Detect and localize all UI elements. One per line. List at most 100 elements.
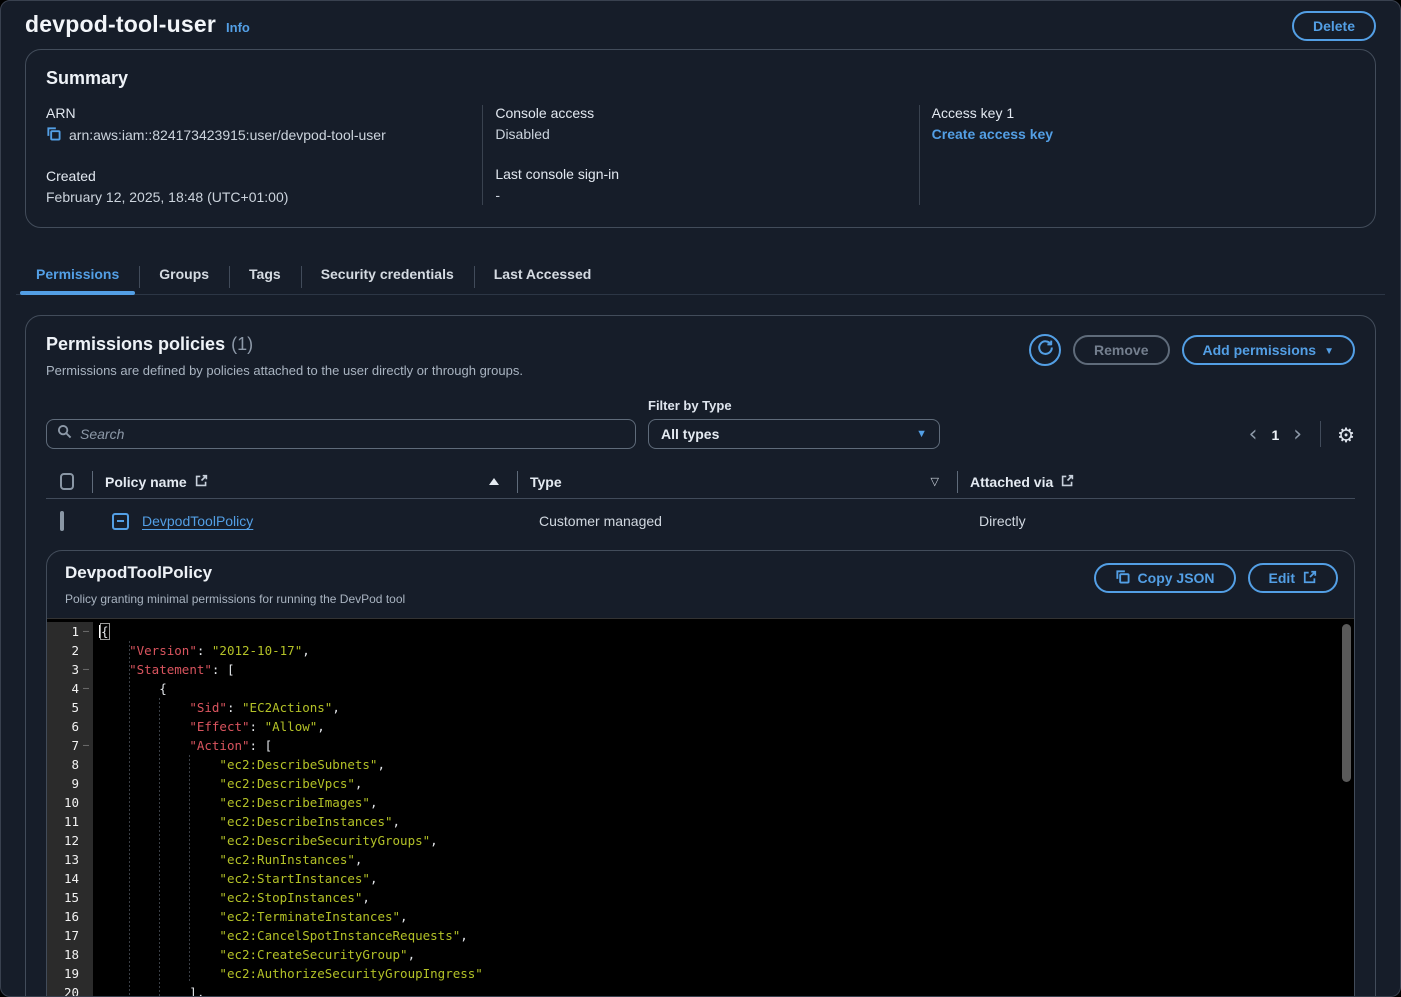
summary-col-2: Console access Disabled Last console sig… <box>482 105 918 205</box>
divider <box>1320 421 1321 447</box>
code-line: 15 "ec2:StopInstances", <box>47 888 1354 907</box>
policies-count: (1) <box>231 334 253 354</box>
code-line: 11 "ec2:DescribeInstances", <box>47 812 1354 831</box>
row-checkbox[interactable] <box>60 511 64 531</box>
indent-guide <box>129 641 130 997</box>
code-line: 10 "ec2:DescribeImages", <box>47 793 1354 812</box>
iam-user-page: devpod-tool-user Info Delete Summary ARN <box>0 0 1401 997</box>
edit-button[interactable]: Edit <box>1248 563 1338 593</box>
code-line: 12 "ec2:DescribeSecurityGroups", <box>47 831 1354 850</box>
console-access-value: Disabled <box>495 126 902 142</box>
arn-value: arn:aws:iam::824173423915:user/devpod-to… <box>69 127 386 143</box>
filter-by-type-label: Filter by Type <box>648 398 940 413</box>
collapse-row-icon[interactable] <box>112 513 129 530</box>
info-link[interactable]: Info <box>226 20 250 35</box>
attached-via-header: Attached via <box>957 465 1355 498</box>
indent-guide <box>189 755 190 983</box>
copy-icon[interactable] <box>46 126 61 144</box>
code-line: 7– "Action": [ <box>47 736 1354 755</box>
code-line: 20 ], <box>47 983 1354 997</box>
code-lines: 1–{2 "Version": "2012-10-17",3– "Stateme… <box>47 622 1354 997</box>
policy-name-header[interactable]: Policy name <box>92 465 517 498</box>
fold-marker-icon[interactable]: – <box>79 736 93 755</box>
copy-icon <box>1115 569 1130 587</box>
external-link-icon <box>1303 570 1317 587</box>
tab-groups[interactable]: Groups <box>139 258 229 294</box>
type-header[interactable]: Type ▽ <box>517 465 957 498</box>
filter-row: Filter by Type All types ▼ ‹ 1 › ⚙ <box>46 398 1355 449</box>
created-field: Created February 12, 2025, 18:48 (UTC+01… <box>46 168 466 205</box>
select-all-checkbox[interactable] <box>60 473 74 490</box>
search-input[interactable] <box>80 426 625 442</box>
refresh-icon <box>1037 339 1054 361</box>
previous-page-button[interactable]: ‹ <box>1249 425 1258 445</box>
type-filter-select[interactable]: All types ▼ <box>648 419 940 449</box>
policy-json-editor[interactable]: 1–{2 "Version": "2012-10-17",3– "Stateme… <box>47 618 1354 997</box>
search-icon <box>57 424 72 444</box>
tab-security-credentials[interactable]: Security credentials <box>301 258 474 294</box>
page-title: devpod-tool-user <box>25 11 216 38</box>
code-line: 6 "Effect": "Allow", <box>47 717 1354 736</box>
external-link-icon <box>1061 474 1074 490</box>
remove-button[interactable]: Remove <box>1073 335 1169 365</box>
code-line: 13 "ec2:RunInstances", <box>47 850 1354 869</box>
code-line: 8 "ec2:DescribeSubnets", <box>47 755 1354 774</box>
filter-triangle-icon[interactable]: ▽ <box>931 475 939 488</box>
code-line: 17 "ec2:CancelSpotInstanceRequests", <box>47 926 1354 945</box>
create-access-key-link[interactable]: Create access key <box>932 126 1053 142</box>
copy-json-button[interactable]: Copy JSON <box>1094 563 1236 593</box>
created-label: Created <box>46 168 466 184</box>
type-filter-value: All types <box>661 426 719 442</box>
fold-marker-icon[interactable]: – <box>79 660 93 679</box>
last-signin-label: Last console sign-in <box>495 166 902 182</box>
console-access-field: Console access Disabled <box>495 105 902 142</box>
summary-col-1: ARN arn:aws:iam::824173423915:user/devpo… <box>46 105 482 205</box>
policies-table: Policy name Type ▽ Attache <box>46 465 1355 543</box>
page-header: devpod-tool-user Info Delete <box>1 1 1400 49</box>
code-line: 5 "Sid": "EC2Actions", <box>47 698 1354 717</box>
policy-table-row: DevpodToolPolicy Customer managed Direct… <box>46 499 1355 543</box>
row-checkbox-cell <box>46 513 92 529</box>
created-value: February 12, 2025, 18:48 (UTC+01:00) <box>46 189 466 205</box>
code-line: 3– "Statement": [ <box>47 660 1354 679</box>
attached-via-cell: Directly <box>957 513 1355 529</box>
header-checkbox-cell <box>46 465 92 498</box>
console-access-label: Console access <box>495 105 902 121</box>
code-line: 14 "ec2:StartInstances", <box>47 869 1354 888</box>
code-line: 9 "ec2:DescribeVpcs", <box>47 774 1354 793</box>
code-line: 1–{ <box>47 622 1354 641</box>
access-key-field: Access key 1 Create access key <box>932 105 1339 142</box>
fold-marker-icon[interactable]: – <box>79 679 93 698</box>
last-signin-field: Last console sign-in - <box>495 166 902 203</box>
fold-marker-icon[interactable]: – <box>79 622 93 641</box>
chevron-down-icon: ▼ <box>1324 346 1334 357</box>
policy-type-cell: Customer managed <box>517 513 957 529</box>
policy-detail-title: DevpodToolPolicy <box>65 563 405 583</box>
sort-ascending-icon[interactable] <box>489 478 499 485</box>
last-signin-value: - <box>495 187 902 203</box>
tab-permissions[interactable]: Permissions <box>16 258 139 294</box>
pagination: ‹ 1 › <box>1249 425 1302 449</box>
editor-scrollbar[interactable] <box>1342 624 1351 782</box>
arn-field: ARN arn:aws:iam::824173423915:user/devpo… <box>46 105 466 144</box>
policy-detail-panel: DevpodToolPolicy Policy granting minimal… <box>46 550 1355 997</box>
tabs-bar: Permissions Groups Tags Security credent… <box>16 258 1385 295</box>
code-line: 19 "ec2:AuthorizeSecurityGroupIngress" <box>47 964 1354 983</box>
next-page-button[interactable]: › <box>1293 425 1302 445</box>
tab-last-accessed[interactable]: Last Accessed <box>474 258 612 294</box>
search-box[interactable] <box>46 419 636 449</box>
tab-tags[interactable]: Tags <box>229 258 301 294</box>
policies-title: Permissions policies(1) <box>46 334 523 355</box>
code-line: 2 "Version": "2012-10-17", <box>47 641 1354 660</box>
add-permissions-button[interactable]: Add permissions ▼ <box>1182 335 1356 365</box>
access-key-label: Access key 1 <box>932 105 1339 121</box>
settings-gear-icon[interactable]: ⚙ <box>1337 423 1355 449</box>
code-line: 18 "ec2:CreateSecurityGroup", <box>47 945 1354 964</box>
permissions-policies-panel: Permissions policies(1) Permissions are … <box>25 315 1376 997</box>
arn-label: ARN <box>46 105 466 121</box>
delete-button[interactable]: Delete <box>1292 11 1376 41</box>
indent-guide <box>159 698 160 997</box>
refresh-button[interactable] <box>1029 334 1061 366</box>
policy-name-link[interactable]: DevpodToolPolicy <box>142 513 253 529</box>
page-number: 1 <box>1271 427 1279 443</box>
